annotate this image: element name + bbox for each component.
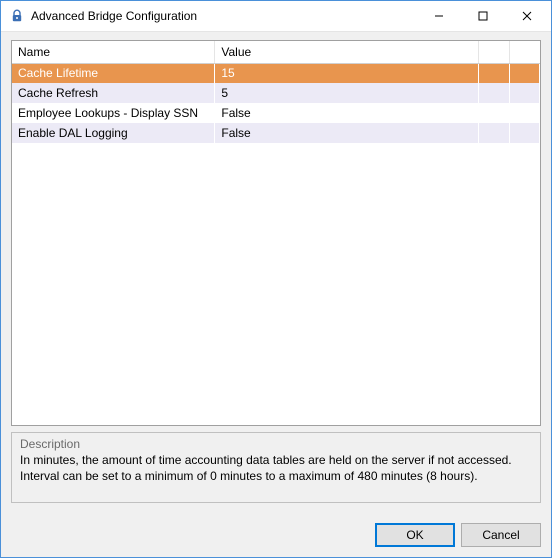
description-line: Interval can be set to a minimum of 0 mi… — [20, 469, 478, 483]
cell-value[interactable]: False — [215, 123, 479, 143]
cell-spacer — [479, 103, 509, 123]
grid-header-row: Name Value — [12, 41, 540, 63]
column-header-spacer — [479, 41, 509, 63]
cell-name: Cache Refresh — [12, 83, 215, 103]
window-title: Advanced Bridge Configuration — [31, 9, 417, 23]
property-grid[interactable]: Name Value Cache Lifetime15Cache Refresh… — [11, 40, 541, 426]
cancel-button[interactable]: Cancel — [461, 523, 541, 547]
cell-value[interactable]: 5 — [215, 83, 479, 103]
column-header-name[interactable]: Name — [12, 41, 215, 63]
cell-spacer — [479, 123, 509, 143]
minimize-button[interactable] — [417, 1, 461, 31]
description-heading: Description — [20, 437, 532, 451]
titlebar: Advanced Bridge Configuration — [1, 1, 551, 32]
column-header-spacer — [509, 41, 539, 63]
column-header-value[interactable]: Value — [215, 41, 479, 63]
window-frame: Advanced Bridge Configuration Name — [0, 0, 552, 558]
cell-spacer — [509, 123, 539, 143]
cell-value[interactable]: 15 — [215, 63, 479, 83]
cell-spacer — [479, 83, 509, 103]
table-row[interactable]: Enable DAL LoggingFalse — [12, 123, 540, 143]
client-area: Name Value Cache Lifetime15Cache Refresh… — [1, 32, 551, 557]
dialog-button-row: OK Cancel — [11, 523, 541, 547]
close-button[interactable] — [505, 1, 549, 31]
lock-icon — [9, 8, 25, 24]
cell-name: Employee Lookups - Display SSN — [12, 103, 215, 123]
cell-spacer — [479, 63, 509, 83]
cell-name: Enable DAL Logging — [12, 123, 215, 143]
cell-name: Cache Lifetime — [12, 63, 215, 83]
table-row[interactable]: Cache Refresh5 — [12, 83, 540, 103]
table-row[interactable]: Employee Lookups - Display SSNFalse — [12, 103, 540, 123]
description-line: In minutes, the amount of time accountin… — [20, 453, 512, 467]
description-body: In minutes, the amount of time accountin… — [20, 452, 532, 484]
maximize-button[interactable] — [461, 1, 505, 31]
ok-button[interactable]: OK — [375, 523, 455, 547]
table-row[interactable]: Cache Lifetime15 — [12, 63, 540, 83]
description-panel: Description In minutes, the amount of ti… — [11, 432, 541, 503]
cell-spacer — [509, 63, 539, 83]
cell-value[interactable]: False — [215, 103, 479, 123]
cell-spacer — [509, 83, 539, 103]
cell-spacer — [509, 103, 539, 123]
